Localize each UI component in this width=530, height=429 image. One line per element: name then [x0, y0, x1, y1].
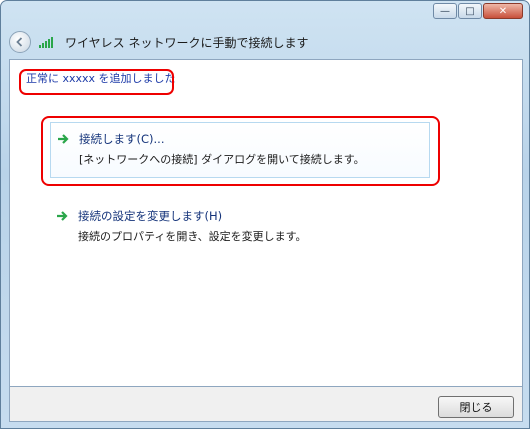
change-settings-option[interactable]: 接続の設定を変更します(H) 接続のプロパティを開き、設定を変更します。: [50, 208, 430, 248]
dialog-window: — □ ✕ ワイヤレス ネットワークに手動で接続します 正常に xxxxx を追…: [0, 0, 530, 429]
window-title: ワイヤレス ネットワークに手動で接続します: [65, 35, 309, 50]
footer-bar: 閉じる: [9, 387, 523, 422]
minimize-icon: —: [440, 5, 450, 17]
change-settings-option-title: 接続の設定を変更します(H): [78, 209, 223, 223]
back-button[interactable]: [9, 31, 31, 53]
green-arrow-icon: [57, 211, 68, 221]
maximize-button[interactable]: □: [458, 3, 482, 19]
back-arrow-icon: [16, 37, 23, 47]
caption-buttons: — □ ✕: [433, 3, 523, 19]
minimize-button[interactable]: —: [433, 3, 457, 19]
maximize-icon: □: [465, 5, 475, 17]
content-area: 正常に xxxxx を追加しました 接続します(C)... [ネットワークへの接…: [9, 59, 523, 387]
close-window-button[interactable]: ✕: [483, 3, 523, 19]
highlight-box-connect: [41, 116, 440, 186]
change-settings-option-description: 接続のプロパティを開き、設定を変更します。: [78, 230, 307, 243]
close-button[interactable]: 閉じる: [438, 396, 514, 418]
title-bar: ワイヤレス ネットワークに手動で接続します: [9, 29, 521, 55]
wireless-signal-icon: [39, 36, 53, 48]
close-icon: ✕: [498, 5, 508, 17]
highlight-box-success: [19, 69, 174, 95]
